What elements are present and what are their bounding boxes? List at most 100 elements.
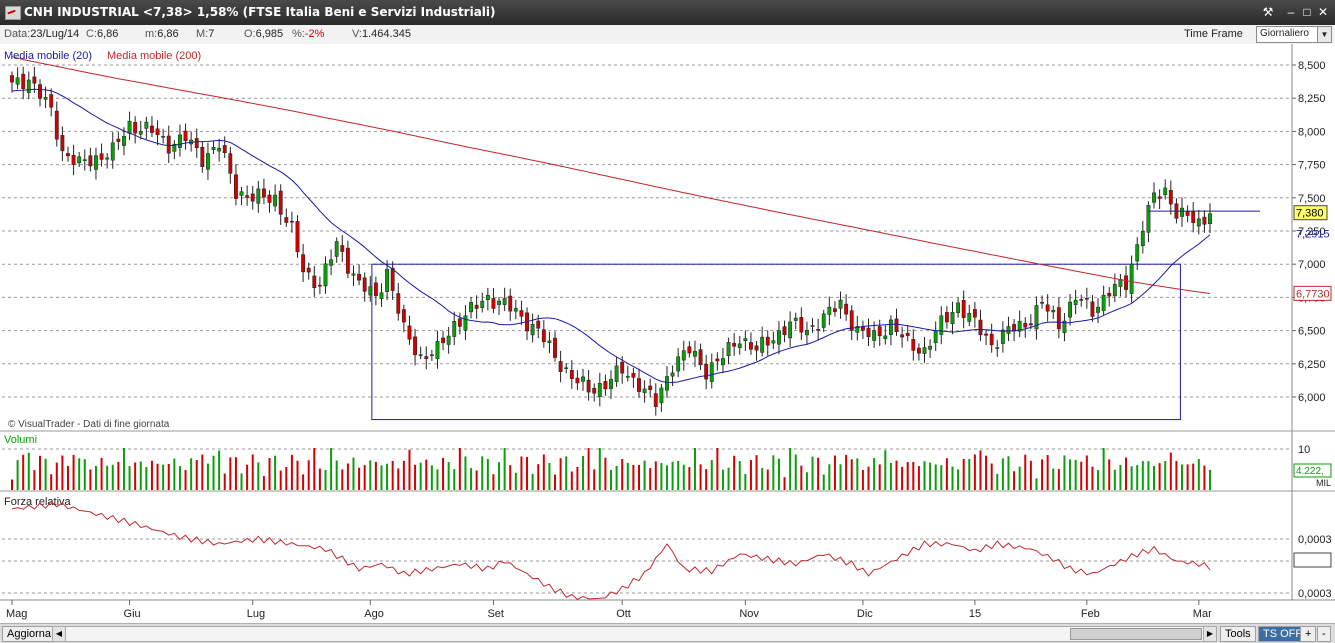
candle-body — [1096, 306, 1100, 313]
volume-bar — [856, 458, 859, 490]
candle-body — [194, 138, 199, 149]
volume-bar — [78, 458, 81, 490]
volume-bar — [486, 458, 489, 490]
tools-button[interactable]: Tools — [1220, 626, 1256, 642]
volume-bar — [458, 448, 461, 490]
dropdown-arrow-icon[interactable]: ▼ — [1317, 27, 1331, 42]
volume-bar — [464, 456, 467, 490]
candle-body — [575, 377, 580, 384]
pct-info: %:-2% — [292, 28, 324, 40]
volume-bar — [442, 457, 445, 490]
candle-body — [49, 94, 54, 108]
time-tick-label: Set — [487, 608, 504, 620]
candle-body — [939, 315, 944, 335]
candle-body — [267, 194, 272, 203]
volume-bar — [55, 462, 58, 490]
candle-body — [972, 309, 977, 318]
volume-bar — [845, 454, 848, 490]
volume-bar — [83, 459, 86, 490]
scroll-thumb[interactable] — [1070, 628, 1202, 640]
candle-body — [676, 356, 681, 372]
volume-bar — [542, 454, 545, 490]
candle-body — [1191, 211, 1196, 224]
zoom-in-button[interactable]: + — [1300, 626, 1317, 642]
volume-bar — [1125, 457, 1128, 490]
candle-body — [1118, 279, 1123, 287]
volume-bar — [430, 465, 433, 490]
candle-body — [827, 306, 832, 315]
aggiorna-button[interactable]: Aggiorna — [2, 626, 57, 642]
volume-bar — [1035, 478, 1038, 490]
candle-body — [805, 330, 809, 336]
volume-bar — [1063, 455, 1066, 490]
price-chart[interactable]: 8,5008,2508,0007,7507,5007,2507,0006,750… — [0, 44, 1335, 623]
volume-bar — [296, 460, 299, 490]
volume-bar — [358, 467, 361, 490]
candle-body — [1023, 322, 1028, 328]
price-tick-label: 8,500 — [1298, 60, 1326, 72]
timeframe-select[interactable]: Giornaliero ▼ — [1256, 26, 1332, 43]
volume-bar — [66, 465, 69, 490]
close-icon[interactable]: ✕ — [1315, 4, 1331, 20]
candle-body — [603, 381, 608, 390]
watermark-text: © VisualTrader - Dati di fine giornata — [8, 419, 170, 430]
candle-body — [877, 326, 882, 337]
volume-bar — [755, 455, 758, 490]
candle-body — [452, 321, 457, 337]
time-tick-label: 15 — [969, 608, 981, 620]
volume-bar — [531, 473, 534, 490]
volume-bar — [839, 464, 842, 490]
timeframe-label: Time Frame — [1184, 28, 1243, 40]
candle-body — [569, 370, 574, 379]
volume-bar — [145, 467, 148, 490]
candle-body — [206, 153, 210, 170]
candle-body — [558, 361, 563, 372]
volume-bar — [1007, 456, 1010, 490]
volume-bar — [173, 458, 176, 490]
volume-bar — [957, 469, 960, 490]
candle-body — [1000, 329, 1005, 344]
candle-body — [368, 286, 373, 296]
candle-body — [950, 312, 955, 325]
volume-bar — [901, 466, 904, 490]
candle-body — [866, 327, 871, 338]
time-scrollbar[interactable]: ◀ ▶ — [52, 626, 1217, 642]
volume-bar — [800, 465, 803, 490]
candle-body — [1006, 326, 1011, 334]
candle-body — [922, 347, 927, 354]
time-tick-label: Dic — [857, 608, 873, 620]
candle-body — [66, 153, 70, 157]
candle-body — [536, 320, 541, 329]
minimize-icon[interactable]: – — [1283, 4, 1299, 20]
volume-bar — [559, 458, 562, 490]
volume-bar — [1164, 461, 1167, 490]
volume-bar — [677, 460, 680, 490]
candle-body — [788, 321, 793, 339]
candle-body — [1068, 301, 1072, 318]
volume-bar — [1013, 471, 1016, 490]
volume-bar — [1192, 463, 1195, 490]
maximize-icon[interactable]: □ — [1299, 4, 1315, 20]
candle-body — [357, 273, 362, 281]
scroll-right-icon[interactable]: ▶ — [1203, 627, 1216, 641]
candle-body — [54, 110, 59, 140]
volume-bar — [772, 455, 775, 490]
volume-info: V:1.464.345 — [352, 28, 411, 40]
candle-body — [491, 298, 496, 309]
candle-body — [385, 268, 390, 292]
max-value: 7 — [208, 28, 215, 40]
volume-bar — [122, 448, 125, 490]
tools-icon[interactable]: ⚒ — [1260, 4, 1276, 20]
volume-bar — [447, 462, 450, 490]
zoom-out-button[interactable]: - — [1317, 626, 1331, 642]
volume-bar — [1102, 448, 1105, 490]
candle-body — [441, 337, 445, 344]
candle-body — [200, 147, 205, 167]
volume-bar — [352, 457, 355, 490]
last-price-label: 7,380 — [1296, 208, 1324, 220]
candle-body — [933, 330, 938, 344]
candle-body — [373, 282, 378, 297]
scroll-left-icon[interactable]: ◀ — [53, 627, 66, 641]
pct-label: %: — [292, 28, 305, 40]
candle-body — [144, 121, 149, 129]
